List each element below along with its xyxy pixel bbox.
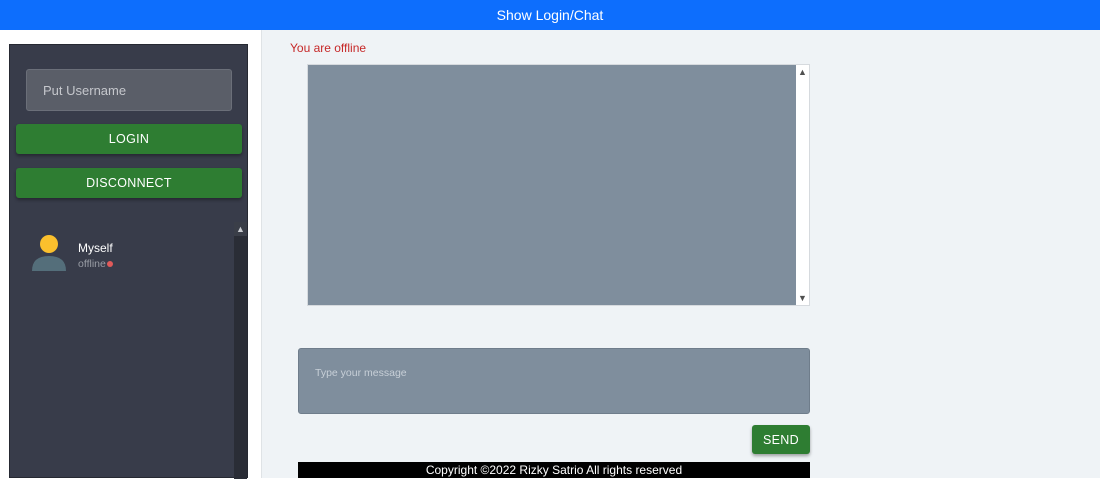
chat-panel: You are offline ▲ ▼ SEND Copyright ©2022… xyxy=(261,30,1100,478)
chevron-down-icon[interactable]: ▼ xyxy=(796,291,809,305)
chevron-up-icon[interactable]: ▲ xyxy=(234,222,247,236)
disconnect-button[interactable]: DISCONNECT xyxy=(16,168,242,198)
login-button[interactable]: LOGIN xyxy=(16,124,242,154)
username-input[interactable] xyxy=(26,69,232,111)
footer-text: Copyright ©2022 Rizky Satrio All rights … xyxy=(425,463,683,477)
sidebar: LOGIN DISCONNECT Myself offline ▲ xyxy=(9,44,248,479)
status-dot-icon xyxy=(106,261,113,267)
footer: Copyright ©2022 Rizky Satrio All rights … xyxy=(298,462,810,478)
user-name: Myself xyxy=(78,241,113,255)
user-status-text: offline xyxy=(78,258,106,270)
list-item-user[interactable]: Myself offline xyxy=(30,234,210,274)
toggle-label: Show Login/Chat xyxy=(496,7,604,23)
user-list-scrollbar[interactable]: ▲ xyxy=(234,222,247,479)
user-list: Myself offline ▲ xyxy=(10,222,247,479)
message-input[interactable] xyxy=(298,348,810,414)
chat-scrollbar[interactable]: ▲ ▼ xyxy=(796,65,809,305)
connection-status: You are offline xyxy=(290,41,367,55)
chat-messages-area[interactable]: ▲ ▼ xyxy=(307,64,810,306)
show-login-chat-toggle[interactable]: Show Login/Chat xyxy=(0,0,1100,30)
user-status: offline xyxy=(78,258,113,270)
user-avatar-icon xyxy=(32,235,66,271)
send-button[interactable]: SEND xyxy=(752,425,810,454)
chat-messages xyxy=(308,65,796,305)
chevron-up-icon[interactable]: ▲ xyxy=(796,65,809,79)
